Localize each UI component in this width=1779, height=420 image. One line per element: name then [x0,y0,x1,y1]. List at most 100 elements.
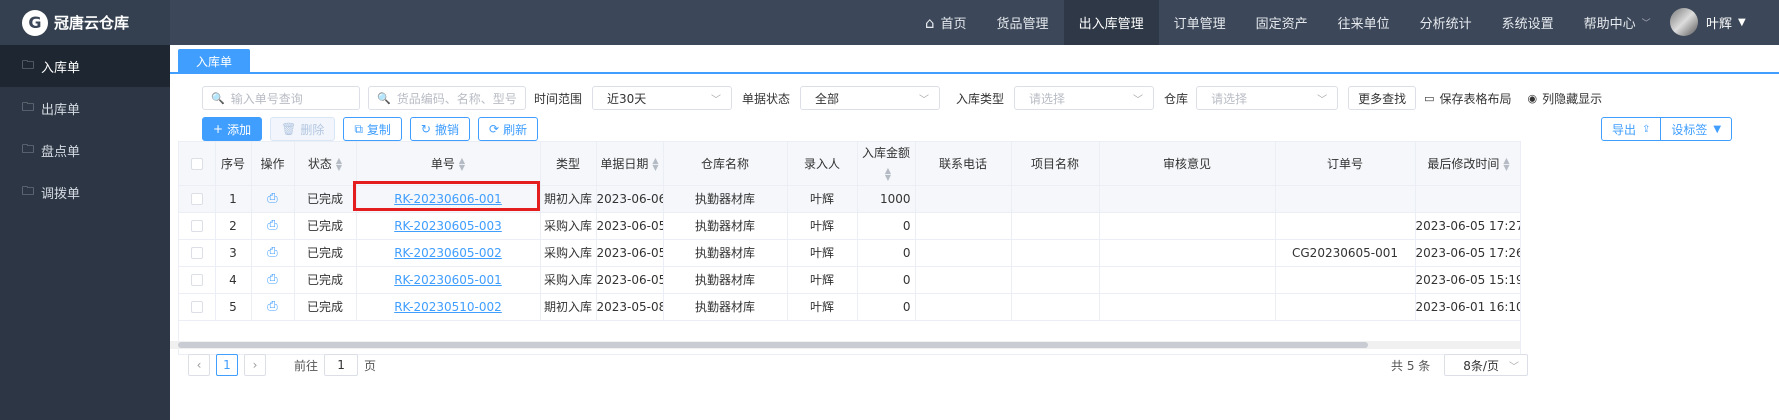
table-row[interactable]: 2 ⎙ 已完成 RK-20230605-003 采购入库 2023-06-05 执勤器材库叶… [179,212,1520,240]
row-select-cell[interactable] [179,293,216,321]
row-doc-no-link[interactable]: RK-20230510-002 [394,300,502,314]
prev-page-button[interactable]: ‹ [188,354,210,376]
printer-icon[interactable]: ⎙ [267,245,277,260]
row-doc-no-cell: RK-20230605-002 [356,239,541,267]
row-doc-no-link[interactable]: RK-20230605-003 [394,219,502,233]
col-header-modified[interactable]: 最后修改时间 ▲ ▼ [1415,142,1520,186]
row-checkbox[interactable] [190,220,203,232]
more-search-button[interactable]: 更多查找 [1348,86,1417,110]
user-menu[interactable]: 叶辉 ▼ [1670,8,1746,36]
add-button[interactable]: + 添加 [202,117,263,141]
nav-item-settings[interactable]: 系统设置 [1487,0,1569,45]
horizontal-scrollbar[interactable] [170,341,1520,349]
doc-search-input[interactable]: 🔍 输入单号查询 [202,86,360,110]
goto-page-input[interactable]: 1 [324,354,359,376]
top-nav: ⌂ 首页 货品管理 出入库管理 订单管理 固定资产 往来单位 分析统计 系统设置 … [910,0,1666,45]
printer-icon[interactable]: ⎙ [267,191,277,206]
printer-icon[interactable]: ⎙ [267,272,277,287]
chevron-down-icon: ﹀ [1317,94,1328,106]
sort-icon[interactable]: ▲ ▼ [459,157,465,172]
page-number[interactable]: 1 [216,354,238,376]
in-type-select[interactable]: 请选择 ﹀ [1014,86,1155,110]
table-row[interactable]: 1 ⎙ 已完成 RK-20230606-001 期初入库 2023-06-06 执勤器材库叶… [179,185,1520,213]
sort-icon[interactable]: ▲ ▼ [885,166,891,181]
row-select-cell[interactable] [179,266,216,294]
doc-status-select[interactable]: 全部 ﹀ [800,86,941,110]
nav-item-label: 订单管理 [1173,17,1226,32]
nav-item-label: 分析统计 [1419,17,1472,32]
col-header-date[interactable]: 单据日期 ▲ ▼ [596,142,664,186]
in-type-placeholder: 请选择 [1029,91,1066,106]
sort-icon[interactable]: ▲ ▼ [336,157,342,172]
col-header-amount[interactable]: 入库金额 ▲ ▼ [857,142,916,186]
row-checkbox[interactable] [190,193,203,205]
col-header-status[interactable]: 状态 ▲ ▼ [294,142,357,186]
time-range-select[interactable]: 近30天 ﹀ [592,86,733,110]
nav-item-partners[interactable]: 往来单位 [1323,0,1405,45]
nav-item-home[interactable]: ⌂ 首页 [910,0,982,45]
export-button[interactable]: 导出 ⇪ [1601,117,1662,141]
nav-item-help[interactable]: 帮助中心 ﹀ [1569,0,1666,45]
chevron-down-icon: ﹀ [1133,94,1144,106]
table-row[interactable]: 4 ⎙ 已完成 RK-20230605-001 采购入库 2023-06-05 执勤器材库叶… [179,266,1520,294]
delete-label: 删除 [300,122,325,137]
sidebar-item-stocktake[interactable]: 🗀 盘点单 [0,129,170,171]
tab-inbound[interactable]: 入库单 [178,49,251,74]
row-checkbox[interactable] [190,274,203,286]
sort-icon[interactable]: ▲ ▼ [652,157,658,172]
sidebar-item-inbound[interactable]: 🗀 入库单 [0,45,170,87]
eye-icon: ◉ [1527,91,1538,105]
col-header-doc-no[interactable]: 单号 ▲ ▼ [356,142,541,186]
table-header-row: 序号 操作 状态 ▲ ▼ 单号 ▲ ▼ 类型 单据日期 ▲ ▼ 仓库名称 录入人 入库金额▲… [179,142,1520,186]
home-icon: ⌂ [925,13,935,32]
nav-item-analytics[interactable]: 分析统计 [1405,0,1487,45]
page-size-select[interactable]: 8条/页 ﹀ [1444,354,1528,376]
chevron-down-icon: ﹀ [1508,361,1519,373]
logo-mark: G [22,9,48,36]
row-doc-no-link[interactable]: RK-20230606-001 [394,192,502,206]
row-phone-cell [915,185,1012,213]
col-header-project: 项目名称 [1011,142,1100,186]
sort-icon[interactable]: ▲ ▼ [1503,157,1509,172]
sidebar-item-outbound[interactable]: 🗀 出库单 [0,87,170,129]
row-select-cell[interactable] [179,212,216,240]
row-date-cell: 2023-06-05 [596,239,664,267]
table-row[interactable]: 5 ⎙ 已完成 RK-20230510-002 期初入库 2023-05-08 执勤器材库叶… [179,293,1520,321]
scrollbar-thumb[interactable] [178,342,1368,348]
next-page-button[interactable]: › [244,354,266,376]
app-logo[interactable]: G 冠唐云仓库 [0,0,170,45]
nav-item-orders[interactable]: 订单管理 [1159,0,1241,45]
printer-icon[interactable]: ⎙ [267,299,277,314]
set-label-button[interactable]: 设标签 ▼ [1661,117,1733,141]
select-all-checkbox[interactable] [190,157,203,170]
refresh-button[interactable]: ⟳ 刷新 [478,117,539,141]
revoke-button[interactable]: ↻ 撤销 [409,117,470,141]
row-select-cell[interactable] [179,185,216,213]
printer-icon[interactable]: ⎙ [267,218,277,233]
caret-down-icon: ▼ [1738,16,1746,28]
row-no-cell: 4 [215,266,252,294]
table-row[interactable]: 3 ⎙ 已完成 RK-20230605-002 采购入库 2023-06-05 执勤器材库叶… [179,239,1520,267]
copy-button[interactable]: ⧉ 复制 [343,117,402,141]
sidebar-item-transfer[interactable]: 🗀 调拨单 [0,171,170,213]
column-visibility-label: 列隐藏显示 [1542,91,1603,106]
delete-button[interactable]: 🗑 删除 [270,117,336,141]
nav-item-goods[interactable]: 货品管理 [982,0,1064,45]
sidebar: 🗀 入库单 🗀 出库单 🗀 盘点单 🗀 调拨单 [0,45,170,420]
warehouse-select[interactable]: 请选择 ﹀ [1196,86,1339,110]
column-visibility-button[interactable]: ◉ 列隐藏显示 [1528,90,1603,107]
item-search-input[interactable]: 🔍 货品编码、名称、型号 [368,86,526,110]
row-checkbox[interactable] [190,247,203,259]
nav-item-assets[interactable]: 固定资产 [1241,0,1323,45]
main-content: 入库单 🔍 输入单号查询 🔍 货品编码、名称、型号 时间范围 近30天 ﹀ 单据状态 … [170,45,1779,420]
row-select-cell[interactable] [179,239,216,267]
row-warehouse-cell: 执勤器材库 [663,239,788,267]
save-layout-button[interactable]: ▭ 保存表格布局 [1424,90,1511,107]
goto-prefix: 前往 [294,358,319,373]
row-checkbox[interactable] [190,301,203,313]
nav-item-inout[interactable]: 出入库管理 [1063,0,1159,45]
export-label: 导出 [1612,122,1637,137]
select-all-cell[interactable] [179,142,216,186]
row-doc-no-link[interactable]: RK-20230605-002 [394,246,502,260]
row-doc-no-link[interactable]: RK-20230605-001 [394,273,502,287]
